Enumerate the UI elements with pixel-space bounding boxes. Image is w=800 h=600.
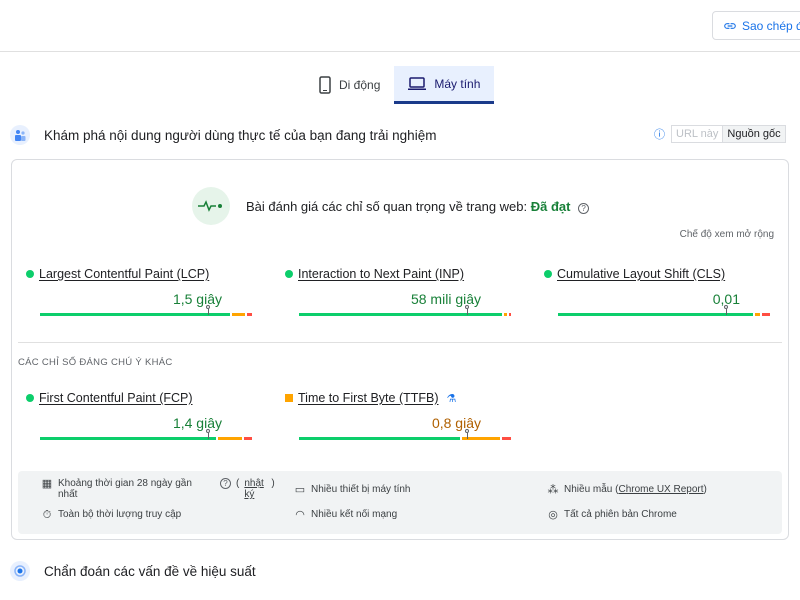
timer-icon: ⏱ xyxy=(42,509,52,521)
metric-fcp: First Contentful Paint (FCP) 1,4 giây xyxy=(26,391,252,440)
log-link-group: ? ( nhật ký ) xyxy=(216,478,275,500)
metric-ttfb-value: 0,8 giây xyxy=(431,415,481,431)
cwv-assessment: Bài đánh giá các chỉ số quan trọng về tr… xyxy=(192,187,590,225)
tab-desktop[interactable]: Máy tính xyxy=(394,66,495,104)
percentile-marker xyxy=(465,429,469,439)
device-label: Nhiều thiết bị máy tính xyxy=(311,484,411,495)
metric-lcp-label[interactable]: Largest Contentful Paint (LCP) xyxy=(39,267,209,281)
collection-period: ▦ Khoảng thời gian 28 ngày gần nhất xyxy=(41,478,216,500)
chrome-versions: ◎ Tất cả phiên bản Chrome xyxy=(547,509,677,521)
status-dot xyxy=(26,394,34,402)
help-icon[interactable]: ? xyxy=(220,478,231,489)
metric-lcp: Largest Contentful Paint (LCP) 1,5 giây xyxy=(26,267,252,316)
data-info-footer: ▦ Khoảng thời gian 28 ngày gần nhất ? ( … xyxy=(18,471,782,534)
log-link[interactable]: nhật ký xyxy=(244,478,266,500)
samples-label: Nhiều mẫu xyxy=(564,484,613,495)
laptop-icon xyxy=(408,76,427,90)
assessment-result: Đã đạt xyxy=(530,198,571,214)
cwv-card: Bài đánh giá các chỉ số quan trọng về tr… xyxy=(11,159,789,540)
info-icon[interactable]: ⓘ xyxy=(654,126,665,142)
origin-toggle-option[interactable]: Nguồn gốc xyxy=(722,126,785,142)
percentile-marker xyxy=(206,429,210,439)
pulse-icon xyxy=(192,187,230,225)
network-label: Nhiều kết nối mạng xyxy=(311,509,398,520)
wifi-icon: ◠ xyxy=(295,509,305,521)
metric-lcp-value: 1,5 giây xyxy=(172,291,222,307)
status-dot xyxy=(544,270,552,278)
copy-link-button[interactable]: Sao chép đư xyxy=(712,11,800,40)
field-data-title: Khám phá nội dung người dùng thực tế của… xyxy=(44,127,437,143)
percentile-marker xyxy=(206,305,210,315)
metric-fcp-distribution xyxy=(40,429,252,440)
collection-period-label: Khoảng thời gian 28 ngày gần nhất xyxy=(58,478,192,500)
metric-ttfb-distribution xyxy=(299,429,511,440)
top-bar: Sao chép đư xyxy=(0,0,800,52)
device-tabs: Di động Máy tính xyxy=(305,66,495,104)
phone-icon xyxy=(319,76,331,94)
metric-lcp-distribution xyxy=(40,305,252,316)
status-square xyxy=(285,394,293,402)
tab-mobile[interactable]: Di động xyxy=(305,66,394,104)
metric-ttfb-label[interactable]: Time to First Byte (TTFB) xyxy=(298,391,439,405)
percentile-marker xyxy=(724,305,728,315)
diagnose-title: Chẩn đoán các vấn đề về hiệu suất xyxy=(44,563,256,579)
metric-cls: Cumulative Layout Shift (CLS) 0,01 xyxy=(544,267,770,316)
metric-inp-label[interactable]: Interaction to Next Paint (INP) xyxy=(298,267,464,281)
percentile-marker xyxy=(465,305,469,315)
url-toggle-option[interactable]: URL này xyxy=(672,126,722,142)
bracket-open: ( xyxy=(236,478,240,489)
flask-icon: ⚗ xyxy=(446,392,457,405)
samples-text: Nhiều mẫu (Chrome UX Report) xyxy=(564,484,707,495)
other-metrics-heading: CÁC CHỈ SỐ ĐÁNG CHÚ Ý KHÁC xyxy=(18,357,173,368)
chrome-icon: ◎ xyxy=(548,509,558,521)
chrome-label: Tất cả phiên bản Chrome xyxy=(564,509,677,520)
assessment-text: Bài đánh giá các chỉ số quan trọng về tr… xyxy=(246,198,528,214)
copy-link-label: Sao chép đư xyxy=(742,18,800,33)
diagnose-icon xyxy=(10,561,30,581)
metric-inp-value: 58 mili giây xyxy=(410,291,481,307)
metric-inp: Interaction to Next Paint (INP) 58 mili … xyxy=(285,267,511,316)
tab-mobile-label: Di động xyxy=(339,78,381,92)
diagnose-header: Chẩn đoán các vấn đề về hiệu suất xyxy=(10,561,256,581)
metric-fcp-value: 1,4 giây xyxy=(172,415,222,431)
crux-link[interactable]: Chrome UX Report xyxy=(618,484,703,495)
people-icon xyxy=(10,125,30,145)
metric-inp-distribution xyxy=(299,305,511,316)
samples-info: ⁂ Nhiều mẫu (Chrome UX Report) xyxy=(547,484,707,496)
divider xyxy=(18,342,782,343)
samples-icon: ⁂ xyxy=(547,484,559,496)
link-icon xyxy=(724,22,736,29)
tab-desktop-label: Máy tính xyxy=(434,76,481,91)
metric-ttfb: Time to First Byte (TTFB) ⚗ 0,8 giây xyxy=(285,391,511,440)
device-info: ▭ Nhiều thiết bị máy tính xyxy=(294,484,411,496)
duration-label: Toàn bộ thời lượng truy cập xyxy=(58,509,182,520)
scope-toggle: ⓘ URL này Nguồn gốc xyxy=(654,125,786,143)
status-dot xyxy=(285,270,293,278)
metric-cls-value: 0,01 xyxy=(712,291,740,307)
page: Di động Máy tính Khám phá nội dung người… xyxy=(0,52,800,600)
metric-fcp-label[interactable]: First Contentful Paint (FCP) xyxy=(39,391,193,405)
help-icon[interactable]: ? xyxy=(578,202,590,214)
calendar-icon: ▦ xyxy=(41,478,53,490)
field-data-header: Khám phá nội dung người dùng thực tế của… xyxy=(10,125,436,145)
status-dot xyxy=(26,270,34,278)
bracket-close: ) xyxy=(271,478,275,489)
metric-cls-distribution xyxy=(558,305,770,316)
network-info: ◠ Nhiều kết nối mạng xyxy=(294,509,397,521)
metric-cls-label[interactable]: Cumulative Layout Shift (CLS) xyxy=(557,267,725,281)
expanded-view-toggle[interactable]: Chế độ xem mở rộng xyxy=(680,229,774,240)
visit-duration: ⏱ Toàn bộ thời lượng truy cập xyxy=(41,509,182,521)
monitor-icon: ▭ xyxy=(294,484,306,496)
